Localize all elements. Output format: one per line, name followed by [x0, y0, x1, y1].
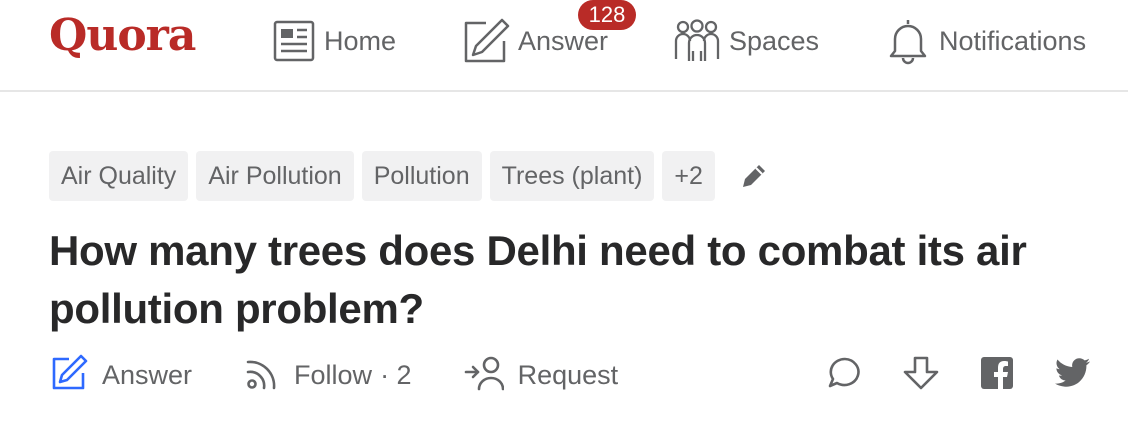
comment-icon	[827, 355, 863, 396]
topic-chip[interactable]: Air Pollution	[196, 151, 354, 201]
answer-pen-icon	[460, 17, 510, 65]
follow-label: Follow	[294, 359, 373, 390]
bell-icon	[885, 17, 931, 65]
comment-button[interactable]	[820, 352, 870, 398]
topic-chip[interactable]: Trees (plant)	[489, 151, 655, 201]
nav-spaces[interactable]: Spaces	[673, 16, 819, 66]
nav-notifications-label: Notifications	[939, 25, 1087, 56]
request-button[interactable]: Request	[464, 354, 619, 397]
more-topics-chip[interactable]: +2	[662, 151, 715, 201]
downvote-icon	[902, 354, 940, 397]
secondary-actions	[820, 352, 1098, 398]
follow-button[interactable]: Follow · 2	[244, 354, 412, 397]
follow-icon	[244, 354, 280, 397]
quora-logo[interactable]: Quora	[49, 10, 196, 61]
home-icon	[272, 19, 316, 63]
facebook-icon	[980, 356, 1014, 395]
question-title[interactable]: How many trees does Delhi need to combat…	[49, 222, 1119, 338]
request-icon	[464, 354, 504, 397]
answer-button[interactable]: Answer	[50, 354, 192, 397]
question-actions: Answer Follow · 2 Request	[50, 352, 670, 398]
nav-home[interactable]: Home	[272, 16, 396, 66]
topic-chip[interactable]: Pollution	[361, 151, 482, 201]
topic-chip[interactable]: Air Quality	[49, 151, 189, 201]
spaces-icon	[673, 17, 721, 65]
nav-home-label: Home	[324, 25, 397, 56]
follower-count: · 2	[380, 359, 412, 390]
pencil-icon[interactable]	[737, 159, 771, 193]
topic-list: Air Quality Air Pollution Pollution Tree…	[49, 151, 771, 201]
twitter-share-button[interactable]	[1048, 352, 1098, 398]
downvote-button[interactable]	[896, 352, 946, 398]
answer-icon	[50, 354, 88, 397]
twitter-icon	[1054, 357, 1091, 394]
facebook-share-button[interactable]	[972, 352, 1022, 398]
request-label: Request	[517, 359, 619, 390]
answer-count-badge: 128	[578, 0, 636, 30]
nav-notifications[interactable]: Notifications	[885, 16, 1086, 66]
answer-label: Answer	[102, 359, 193, 390]
nav-answer-label: Answer	[518, 25, 609, 56]
nav-spaces-label: Spaces	[729, 25, 820, 56]
top-navigation-bar: Quora Home Answer 128 Spaces Notificatio…	[0, 0, 1128, 92]
